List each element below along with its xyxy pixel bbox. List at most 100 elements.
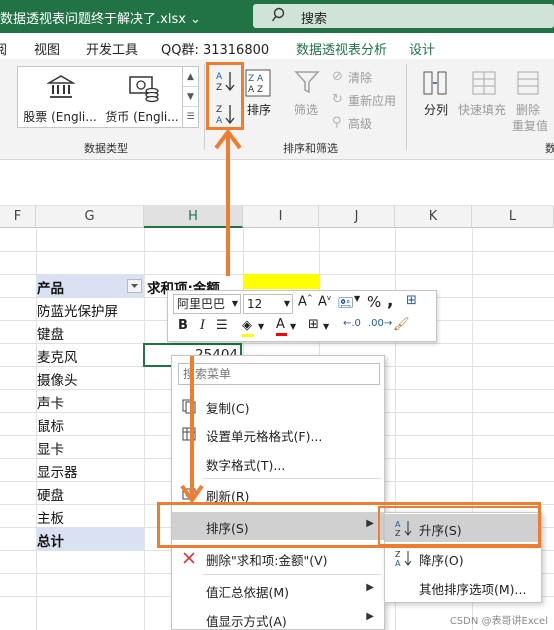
pivot-row-label[interactable]: 显示器 <box>37 461 78 481</box>
borders-icon[interactable]: ⊞ <box>308 317 319 332</box>
chevron-down-icon[interactable]: ▼ <box>354 294 360 303</box>
text-to-columns-button[interactable]: 分列 <box>418 67 452 119</box>
menu-item-label: 值显示方式(A) <box>206 614 287 629</box>
pivot-row-label[interactable]: 声卡 <box>37 392 64 412</box>
clear-button[interactable]: ⊘ 清除 <box>332 69 382 87</box>
menu-separator <box>202 574 382 575</box>
svg-text:A Z: A Z <box>248 85 263 95</box>
pivot-row-label[interactable]: 主板 <box>37 507 64 527</box>
pivot-row-label[interactable]: 鼠标 <box>37 415 64 435</box>
gridline <box>0 343 554 344</box>
clear-filter-icon: ⊘ <box>332 69 343 84</box>
tab-pivot-analyze[interactable]: 数据透视表分析 <box>296 39 387 58</box>
currency-icon <box>129 76 159 103</box>
font-color-icon[interactable]: A <box>276 317 287 336</box>
percent-icon[interactable]: % <box>367 293 381 311</box>
gallery-up-icon[interactable]: ▲ <box>183 67 198 87</box>
advanced-button[interactable]: ⚲ 高级 <box>332 115 382 133</box>
chevron-down-icon: ▼ <box>283 299 290 308</box>
submenu-item-label: 其他排序选项(M)... <box>419 582 527 597</box>
gallery-more-icon[interactable]: ☰ <box>183 107 198 127</box>
tab-review[interactable]: 阅 <box>0 39 7 58</box>
gallery-down-icon[interactable]: ▼ <box>183 87 198 107</box>
gallery-scroll[interactable]: ▲ ▼ ☰ <box>182 67 198 127</box>
column-header-g[interactable]: G <box>36 206 144 228</box>
chevron-down-icon[interactable]: ▼ <box>290 322 296 331</box>
shrink-font-icon[interactable]: Av <box>318 294 331 309</box>
data-types-gallery[interactable]: 股票 (Engli... 货币 (Engli... ▲ ▼ ☰ <box>17 66 199 128</box>
chevron-down-icon[interactable]: ▼ <box>258 322 264 331</box>
text-to-columns-icon <box>423 71 447 95</box>
column-header-f[interactable]: F <box>0 206 36 228</box>
remove-duplicates-button[interactable]: 删除 重复值 <box>512 67 548 133</box>
filter-dropdown-icon[interactable] <box>127 279 142 293</box>
format-painter-icon[interactable]: 🖌 <box>393 317 410 332</box>
text-to-columns-label: 分列 <box>424 103 449 117</box>
column-header-i[interactable]: I <box>243 206 319 228</box>
increase-decimal-icon[interactable]: ←.0 <box>343 318 361 329</box>
pivot-row-label[interactable]: 摄像头 <box>37 369 78 389</box>
currency-label: 货币 (Engli... <box>105 110 179 124</box>
remove-duplicates-label-2: 重复值 <box>512 119 549 133</box>
document-title[interactable]: 数据透视表问题终于解决了.xlsx ⌄ <box>0 8 201 27</box>
advanced-filter-icon: ⚲ <box>332 115 342 130</box>
ribbon-tabs: 阅 视图 开发工具 QQ群: 31316800 数据透视表分析 设计 <box>0 33 554 59</box>
pivot-total-label[interactable]: 总计 <box>37 530 64 550</box>
advanced-label: 高级 <box>348 117 373 131</box>
pivot-row-label[interactable]: 硬盘 <box>37 484 64 504</box>
accounting-format-icon[interactable]: 🖭 <box>338 294 353 316</box>
search-box[interactable]: 搜索 <box>253 4 554 28</box>
filter-label: 筛选 <box>294 103 319 117</box>
search-placeholder: 搜索 <box>301 12 328 27</box>
column-header-j[interactable]: J <box>319 206 395 228</box>
submenu-item-more-sort-options[interactable]: 其他排序选项(M)... <box>385 573 541 601</box>
pivot-row-label[interactable]: 键盘 <box>37 323 64 343</box>
merge-center-icon[interactable]: ⊞ <box>406 293 417 308</box>
decrease-decimal-icon[interactable]: .00→ <box>368 318 392 329</box>
pivot-row-label[interactable]: 显卡 <box>37 438 64 458</box>
column-header-k[interactable]: K <box>395 206 472 228</box>
tab-design[interactable]: 设计 <box>409 39 435 58</box>
column-header-l[interactable]: L <box>472 206 554 228</box>
pivot-row-label[interactable]: 防蓝光保护屏 <box>37 300 118 320</box>
sort-dialog-button[interactable]: Z A A Z 排序 <box>243 67 273 119</box>
ribbon: 股票 (Engli... 货币 (Engli... ▲ ▼ ☰ 数据类型 A Z <box>0 59 554 160</box>
grow-font-icon[interactable]: A^ <box>298 294 313 309</box>
pivot-header-product[interactable]: 产品 <box>37 277 64 297</box>
submenu-item-descending[interactable]: Z A 降序(O) <box>385 544 541 572</box>
pivot-row-label[interactable]: 麦克风 <box>37 346 78 366</box>
tab-view[interactable]: 视图 <box>34 39 60 58</box>
sort-custom-icon: Z A A Z <box>245 69 271 97</box>
svg-text:A: A <box>395 559 401 567</box>
flash-fill-button[interactable]: 快速填充 <box>458 67 510 119</box>
menu-item-show-values-as[interactable]: 值显示方式(A) ▶ <box>172 605 384 630</box>
clear-label: 清除 <box>348 71 373 85</box>
funnel-icon <box>294 71 320 94</box>
tab-qq-group[interactable]: QQ群: 31316800 <box>161 39 269 58</box>
sort-button-label: 排序 <box>247 103 272 117</box>
watermark: CSDN @表哥讲Excel <box>449 616 548 627</box>
menu-item-delete-field[interactable]: 删除"求和项:金额"(V) <box>172 544 384 572</box>
reapply-button[interactable]: ↻ 重新应用 <box>332 92 402 110</box>
search-icon <box>271 7 285 22</box>
chevron-down-icon[interactable]: ▼ <box>323 322 329 331</box>
callout-arrows <box>180 128 242 504</box>
menu-item-summarize-by[interactable]: 值汇总依据(M) ▶ <box>172 576 384 604</box>
font-size-select[interactable]: 12 ▼ <box>243 294 293 314</box>
tab-developer[interactable]: 开发工具 <box>86 39 138 58</box>
gridline <box>0 251 554 252</box>
stocks-data-type[interactable]: 股票 (Engli... <box>20 67 100 127</box>
svg-text:Z: Z <box>395 550 401 559</box>
menu-item-label: 值汇总依据(M) <box>206 585 290 600</box>
title-bar: 数据透视表问题终于解决了.xlsx ⌄ 搜索 <box>0 0 554 33</box>
comma-style-icon[interactable]: , <box>387 291 393 311</box>
formula-area <box>0 160 554 206</box>
currency-data-type[interactable]: 货币 (Engli... <box>102 67 182 127</box>
flash-fill-label: 快速填充 <box>458 103 507 117</box>
sort-descending-icon: Z A <box>395 550 412 567</box>
remove-duplicates-label-1: 删除 <box>516 103 541 117</box>
data-tools-group-label: 数 <box>545 142 554 155</box>
remove-duplicates-icon <box>517 71 539 95</box>
callout-box-ascending <box>378 506 540 546</box>
filter-button[interactable]: 筛选 <box>290 67 324 117</box>
